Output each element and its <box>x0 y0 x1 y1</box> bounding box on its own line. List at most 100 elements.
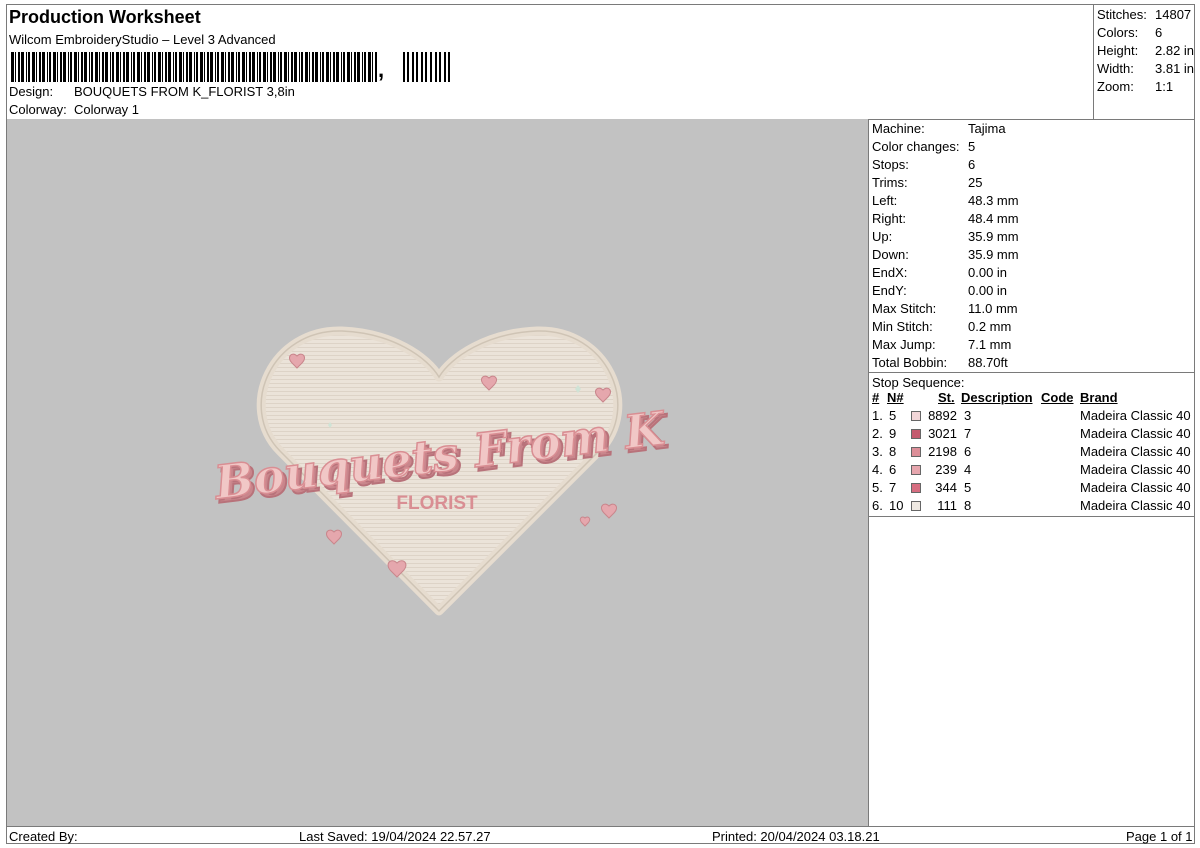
width-label: Width: <box>1097 61 1134 76</box>
barcode-bar <box>407 52 409 82</box>
created-by: Created By: <box>9 829 78 844</box>
barcode-bar <box>252 52 255 82</box>
machine-info-label: Color changes: <box>872 139 960 154</box>
machine-info-value: 6 <box>968 157 976 172</box>
col-header-st: St. <box>938 390 955 405</box>
machine-info-value: 25 <box>968 175 983 190</box>
barcode-bar <box>444 52 446 82</box>
machine-info-value: 88.70ft <box>968 355 1008 370</box>
stop-sequence-row: 1. 5 8892 3 Madeira Classic 40 <box>869 408 1195 426</box>
barcode-bar <box>343 52 345 82</box>
colors-label: Colors: <box>1097 25 1139 40</box>
machine-info-label: Down: <box>872 247 909 262</box>
stop-sequence-row: 4. 6 239 4 Madeira Classic 40 <box>869 462 1195 480</box>
barcode-bar <box>154 52 156 82</box>
stop-sequence-row: 6. 10 111 8 Madeira Classic 40 <box>869 498 1195 516</box>
col-header-description: Description <box>961 390 1033 405</box>
barcode-bar <box>421 52 423 82</box>
machine-info-label: Stops: <box>872 157 909 172</box>
barcode-bar <box>105 52 108 82</box>
machine-info-label: EndY: <box>872 283 907 298</box>
barcode-bar <box>372 52 373 82</box>
barcode-bar <box>425 52 427 82</box>
barcode-bar <box>249 52 251 82</box>
barcode-bar <box>288 52 289 82</box>
thread-brand: Madeira Classic 40 <box>1080 480 1191 495</box>
zoom-value: 1:1 <box>1155 79 1174 94</box>
barcode-suffix: , <box>378 57 385 82</box>
thread-brand: Madeira Classic 40 <box>1080 426 1191 441</box>
stitch-count: 2198 <box>928 444 957 459</box>
col-header-brand: Brand <box>1080 390 1118 405</box>
barcode-bar <box>312 52 314 82</box>
design-preview-canvas: Bouquets From K Bouquets From K FLORIST <box>7 119 869 826</box>
barcode-bar <box>110 52 111 82</box>
barcode-bar <box>36 52 37 82</box>
barcode-bar <box>194 52 195 82</box>
barcode-bar <box>257 52 258 82</box>
stop-sequence-divider <box>869 372 1195 373</box>
barcode-bar <box>354 52 356 82</box>
machine-info-value: 0.00 in <box>968 265 1008 280</box>
barcode-bar <box>60 52 62 82</box>
machine-info-value: 0.2 mm <box>968 319 1012 334</box>
barcode-bar <box>246 52 247 82</box>
barcode <box>11 52 450 82</box>
barcode-bar <box>137 52 140 82</box>
barcode-bar <box>152 52 153 82</box>
machine-info-value: 35.9 mm <box>968 247 1019 262</box>
machine-info-label: Up: <box>872 229 893 244</box>
barcode-bar <box>278 52 279 82</box>
machine-info-value: 35.9 mm <box>968 229 1019 244</box>
barcode-bar <box>231 52 234 82</box>
barcode-bar <box>210 52 213 82</box>
thread-description: 5 <box>964 480 972 495</box>
barcode-bar <box>294 52 297 82</box>
barcode-bar <box>305 52 308 82</box>
machine-info-value: 48.4 mm <box>968 211 1019 226</box>
design-value: BOUQUETS FROM K_FLORIST 3,8in <box>74 84 295 99</box>
barcode-bar <box>183 52 184 82</box>
barcode-bar <box>11 52 14 82</box>
barcode-bar <box>309 52 310 82</box>
barcode-bar <box>403 52 405 82</box>
needle-number: 6 <box>889 462 897 477</box>
barcode-bar <box>217 52 219 82</box>
barcode-bar <box>341 52 342 82</box>
barcode-bar <box>259 52 261 82</box>
design-label: Design: <box>9 84 54 99</box>
barcode-bar <box>320 52 321 82</box>
barcode-bar <box>315 52 318 82</box>
machine-info-label: Right: <box>872 211 906 226</box>
colorway-value: Colorway 1 <box>74 102 140 117</box>
barcode-bar <box>225 52 226 82</box>
barcode-bar <box>99 52 100 82</box>
barcode-bar <box>102 52 104 82</box>
barcode-bar <box>236 52 237 82</box>
machine-info-value: 5 <box>968 139 976 154</box>
barcode-bar <box>15 52 16 82</box>
barcode-bar <box>179 52 182 82</box>
width-value: 3.81 in <box>1155 61 1195 76</box>
stop-sequence-row: 3. 8 2198 6 Madeira Classic 40 <box>869 444 1195 462</box>
stop-sequence-title: Stop Sequence: <box>872 375 965 390</box>
needle-number: 10 <box>889 498 904 513</box>
barcode-bar <box>26 52 27 82</box>
barcode-bar <box>165 52 167 82</box>
barcode-bar <box>215 52 216 82</box>
last-saved: Last Saved: 19/04/2024 22.57.27 <box>299 829 491 844</box>
barcode-bar <box>439 52 441 82</box>
row-number: 6. <box>872 498 883 513</box>
barcode-bar <box>238 52 240 82</box>
thread-description: 4 <box>964 462 972 477</box>
thread-color-swatch <box>911 429 921 439</box>
row-number: 1. <box>872 408 883 423</box>
col-header-code: Code <box>1041 390 1074 405</box>
barcode-bar <box>284 52 287 82</box>
barcode-bar <box>133 52 135 82</box>
barcode-bar <box>299 52 300 82</box>
barcode-bar <box>144 52 146 82</box>
barcode-bar <box>375 52 377 82</box>
barcode-bar <box>49 52 51 82</box>
barcode-bar <box>291 52 293 82</box>
